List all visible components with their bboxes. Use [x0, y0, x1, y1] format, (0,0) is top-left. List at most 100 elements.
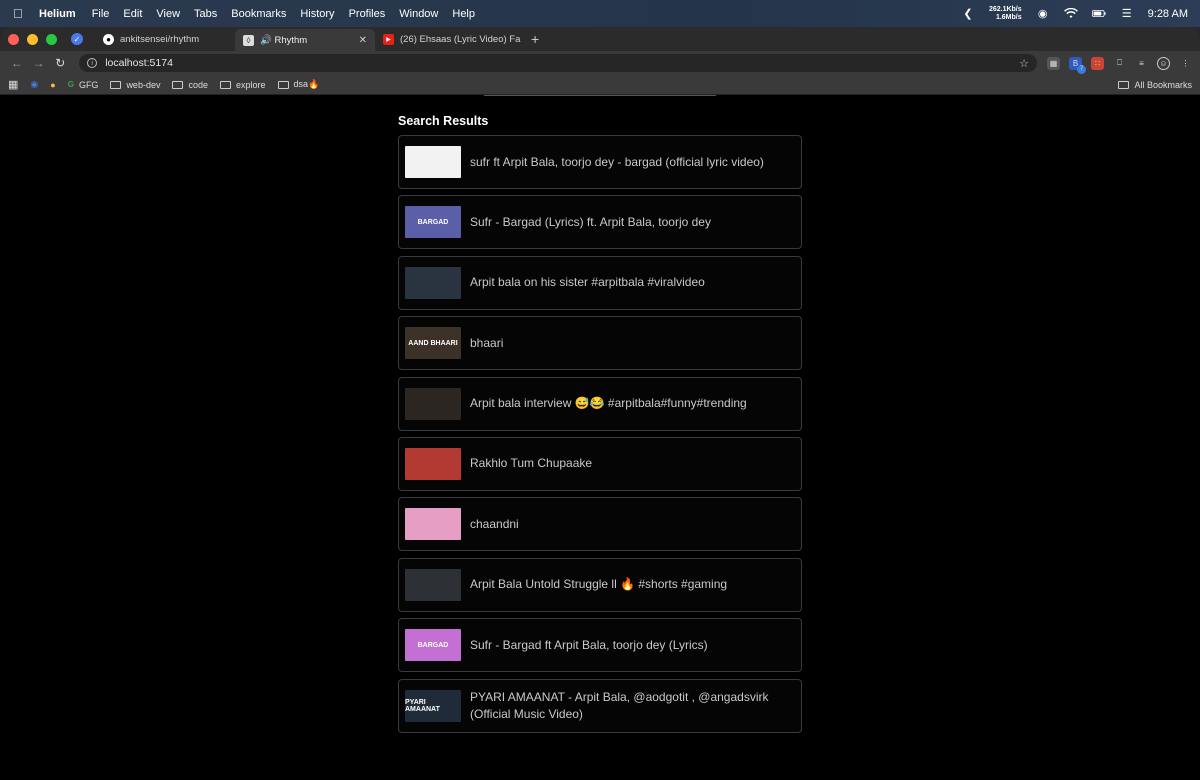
bookmarks-bar: ▦ ◉ ● G GFG web-dev code explore dsa🔥 Al… — [0, 75, 1200, 95]
menu-help[interactable]: Help — [452, 8, 475, 20]
grid-extension-icon[interactable]: ∷ — [1091, 56, 1104, 70]
video-thumbnail — [405, 387, 461, 420]
folder-icon — [1118, 80, 1130, 89]
search-result-card[interactable]: PYARI AMAANAT PYARI AMAANAT - Arpit Bala,… — [398, 678, 802, 733]
clock[interactable]: 9:28 AM — [1148, 8, 1188, 20]
bookmark-star-icon[interactable]: ☆ — [1019, 57, 1029, 70]
tab-label: ankitsensei/rhythm — [120, 33, 200, 45]
zoom-window-button[interactable] — [46, 33, 57, 45]
extensions-area: ▦ B7 ∷ ⎕ ≡ ☺ ⋮ — [1047, 56, 1192, 74]
menu-bookmarks[interactable]: Bookmarks — [231, 8, 286, 20]
rhythm-icon: ◊ — [243, 34, 254, 46]
url-text[interactable]: localhost:5174 — [105, 57, 173, 69]
close-tab-icon[interactable]: ✕ — [359, 35, 367, 46]
search-result-card[interactable]: Rakhlo Tum Chupaake — [398, 436, 802, 491]
menu-view[interactable]: View — [156, 8, 180, 20]
video-thumbnail — [405, 447, 461, 480]
search-results-list: sufr ft Arpit Bala, toorjo dey - bargad … — [398, 135, 802, 739]
result-title: Arpit bala on his sister #arpitbala #vir… — [470, 275, 705, 290]
menu-tabs[interactable]: Tabs — [194, 8, 217, 20]
tab-rhythm[interactable]: ◊ 🔊 Rhythm ✕ — [235, 29, 375, 51]
result-title: sufr ft Arpit Bala, toorjo dey - bargad … — [470, 154, 764, 169]
menu-file[interactable]: File — [92, 8, 110, 20]
search-result-card[interactable]: BARGAD Sufr - Bargad (Lyrics) ft. Arpit B… — [398, 195, 802, 250]
browser-window: ✓ ● ankitsensei/rhythm ◊ 🔊 Rhythm ✕ ▶ (2… — [0, 27, 1200, 780]
bookmark-dsa[interactable]: dsa🔥 — [277, 79, 320, 90]
macos-menu-bar:  Helium File Edit View Tabs Bookmarks H… — [0, 0, 1200, 27]
search-result-card[interactable]: Arpit bala on his sister #arpitbala #vir… — [398, 255, 802, 310]
bookmark-label: dsa🔥 — [293, 79, 320, 89]
search-result-card[interactable]: Arpit Bala Untold Struggle ll 🔥 #shorts … — [398, 557, 802, 612]
status-area: ❮ 262.1Kb/s 1.6Mb/s ◉ ☰ 9:28 AM — [961, 0, 1188, 27]
result-title: Arpit Bala Untold Struggle ll 🔥 #shorts … — [470, 577, 728, 592]
puzzle-extensions-icon[interactable]: ⎕ — [1113, 57, 1126, 70]
bookmark-bulb-icon[interactable]: ● — [50, 80, 55, 90]
all-bookmarks[interactable]: All Bookmarks — [1118, 80, 1192, 90]
tab-label: 🔊 Rhythm — [260, 34, 308, 46]
forward-icon[interactable]: → — [30, 56, 48, 70]
apple-icon[interactable]:  — [13, 6, 27, 21]
bookmark-label: GFG — [78, 79, 99, 90]
apps-grid-icon[interactable]: ▦ — [8, 78, 18, 91]
video-thumbnail — [405, 508, 461, 541]
net-down: 1.6Mb/s — [995, 13, 1022, 21]
divider — [484, 95, 716, 96]
search-result-card[interactable]: chaandni — [398, 497, 802, 552]
account-icon[interactable]: ☺ — [1157, 56, 1170, 70]
folder-icon — [277, 80, 289, 89]
bookmark-gfg[interactable]: G GFG — [68, 80, 99, 90]
all-bookmarks-label: All Bookmarks — [1134, 79, 1192, 90]
search-result-card[interactable]: BARGAD Sufr - Bargad ft Arpit Bala, toorj… — [398, 618, 802, 673]
search-results-heading: Search Results — [398, 114, 489, 128]
gfg-icon: G — [67, 80, 74, 89]
play-circle-icon[interactable]: ◉ — [1036, 7, 1050, 21]
back-icon[interactable]: ← — [8, 56, 26, 70]
menu-edit[interactable]: Edit — [123, 8, 142, 20]
chevron-left-icon[interactable]: ❮ — [961, 7, 975, 21]
network-speed: 262.1Kb/s 1.6Mb/s — [989, 6, 1022, 21]
shield-extension-icon[interactable]: ▦ — [1047, 56, 1060, 70]
search-result-card[interactable]: AAND BHAARI bhaari — [398, 316, 802, 371]
result-title: PYARI AMAANAT - Arpit Bala, @aodgotit , … — [470, 689, 769, 721]
folder-icon — [110, 80, 122, 89]
new-tab-button[interactable]: + — [531, 31, 539, 47]
tab-github[interactable]: ● ankitsensei/rhythm — [95, 29, 235, 49]
reload-icon[interactable]: ↻ — [51, 56, 69, 70]
more-menu-icon[interactable]: ⋮ — [1179, 57, 1192, 70]
menu-history[interactable]: History — [300, 8, 334, 20]
result-title: chaandni — [470, 516, 519, 531]
close-window-button[interactable] — [8, 33, 19, 45]
bookmark-code[interactable]: code — [172, 80, 208, 90]
bookmark-label: code — [188, 79, 208, 90]
playlist-icon[interactable]: ≡ — [1135, 57, 1148, 70]
result-title: Arpit bala interview 😅😂 #arpitbala#funny… — [470, 396, 747, 411]
bitwarden-extension-icon[interactable]: B7 — [1069, 56, 1086, 74]
folder-icon — [172, 80, 184, 89]
bookmark-blue-icon[interactable]: ◉ — [30, 79, 38, 90]
address-bar[interactable]: i localhost:5174 ☆ — [79, 54, 1037, 72]
menu-window[interactable]: Window — [399, 8, 438, 20]
window-controls — [8, 33, 57, 45]
search-result-card[interactable]: sufr ft Arpit Bala, toorjo dey - bargad … — [398, 135, 802, 189]
thumbnail-text: PYARI AMAANAT — [405, 698, 440, 713]
bookmark-label: explore — [236, 79, 266, 90]
browser-toolbar: ← → ↻ i localhost:5174 ☆ ▦ B7 ∷ ⎕ ≡ ☺ ⋮ — [0, 51, 1200, 75]
result-title: bhaari — [470, 335, 504, 350]
bookmark-web-dev[interactable]: web-dev — [110, 80, 160, 90]
wifi-icon[interactable] — [1063, 7, 1078, 21]
tab-youtube[interactable]: ▶ (26) Ehsaas (Lyric Video) Fa — [375, 29, 525, 49]
net-up: 262.1Kb/s — [988, 6, 1022, 13]
minimize-window-button[interactable] — [27, 33, 38, 45]
battery-icon[interactable] — [1091, 7, 1106, 21]
result-title: Rakhlo Tum Chupaake — [470, 456, 593, 471]
control-center-icon[interactable]: ☰ — [1120, 7, 1134, 21]
bookmark-explore[interactable]: explore — [220, 80, 266, 90]
thumbnail-text: AAND BHAARI — [408, 339, 458, 347]
search-result-card[interactable]: Arpit bala interview 😅😂 #arpitbala#funny… — [398, 376, 802, 431]
video-thumbnail — [405, 146, 461, 178]
site-info-icon[interactable]: i — [87, 58, 98, 68]
menu-app-name[interactable]: Helium — [39, 8, 76, 20]
folder-icon — [220, 80, 231, 89]
menu-profiles[interactable]: Profiles — [349, 8, 386, 20]
profile-check-icon[interactable]: ✓ — [71, 33, 83, 45]
